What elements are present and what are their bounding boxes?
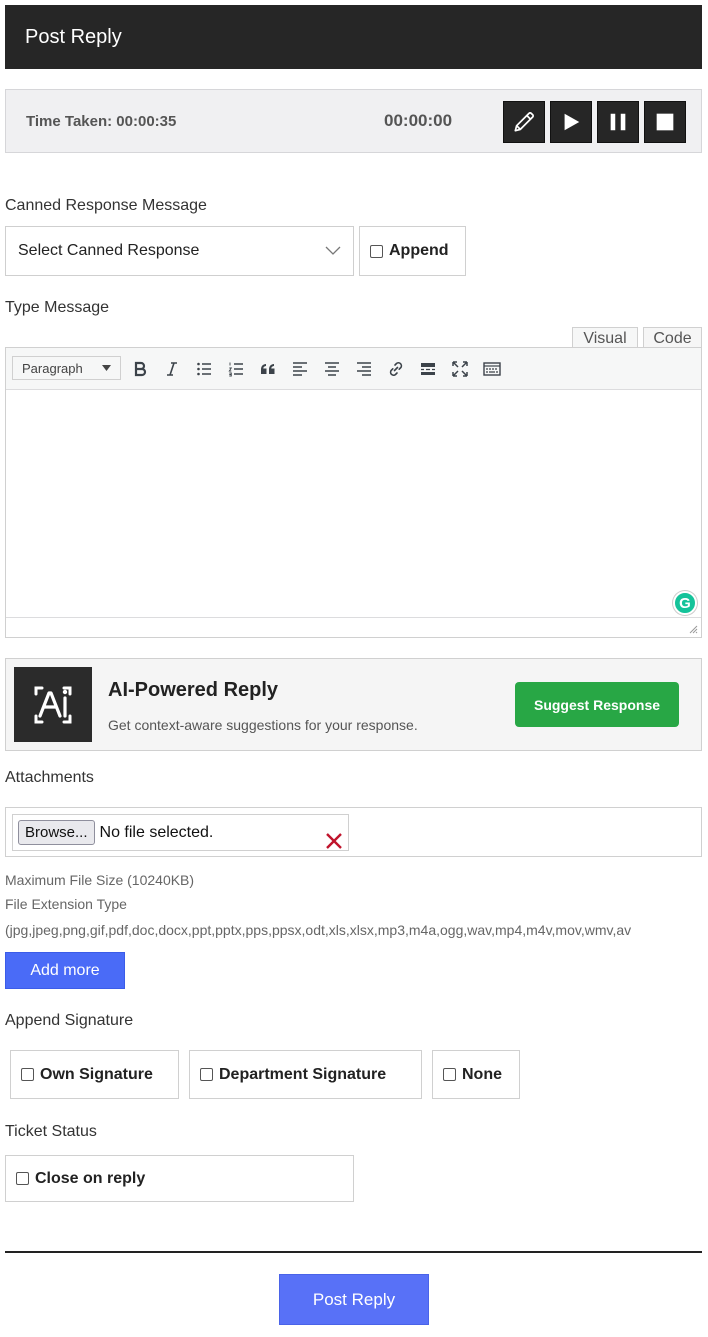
close-on-reply-option[interactable]: Close on reply	[5, 1155, 354, 1202]
close-on-reply-label: Close on reply	[35, 1169, 146, 1187]
suggest-response-button[interactable]: Suggest Response	[515, 682, 679, 727]
department-signature-checkbox[interactable]	[200, 1068, 213, 1081]
pencil-icon	[514, 112, 534, 132]
add-more-button[interactable]: Add more	[5, 952, 125, 989]
max-file-size: Maximum File Size (10240KB)	[5, 872, 195, 888]
format-select[interactable]: Paragraph	[12, 356, 121, 380]
department-signature-label: Department Signature	[219, 1065, 387, 1083]
editor-toolbar: Paragraph	[6, 348, 701, 390]
attachment-row: Browse... No file selected.	[5, 807, 702, 857]
department-signature-option[interactable]: Department Signature	[189, 1050, 422, 1099]
stop-timer-button[interactable]	[644, 101, 686, 143]
chevron-down-icon	[325, 246, 341, 255]
edit-timer-button[interactable]	[503, 101, 545, 143]
append-signature-label: Append Signature	[5, 1012, 134, 1029]
align-center-button[interactable]	[321, 358, 343, 380]
canned-response-label: Canned Response Message	[5, 197, 207, 214]
align-left-button[interactable]	[289, 358, 311, 380]
footer-divider	[5, 1251, 702, 1253]
ai-icon	[34, 686, 72, 723]
time-taken: Time Taken: 00:00:35	[26, 112, 177, 130]
stop-icon	[656, 113, 674, 131]
tab-code-label: Code	[653, 330, 692, 347]
file-extension-label: File Extension Type	[5, 896, 127, 912]
pause-timer-button[interactable]	[597, 101, 639, 143]
ticket-status-label: Ticket Status	[5, 1123, 97, 1140]
no-signature-label: None	[462, 1065, 502, 1083]
italic-icon	[167, 362, 177, 376]
ai-logo	[14, 667, 92, 742]
file-status: No file selected.	[99, 823, 214, 841]
italic-button[interactable]	[161, 358, 183, 380]
no-signature-checkbox[interactable]	[443, 1068, 456, 1081]
bullet-list-icon	[197, 362, 211, 376]
format-select-value: Paragraph	[22, 360, 83, 376]
browse-button[interactable]: Browse...	[18, 820, 95, 845]
grammarly-letter: G	[679, 594, 691, 612]
ai-description: Get context-aware suggestions for your r…	[108, 717, 418, 733]
tab-visual-label: Visual	[583, 330, 627, 347]
message-textarea[interactable]	[6, 391, 701, 618]
fullscreen-button[interactable]	[449, 358, 471, 380]
grammarly-icon[interactable]: G	[673, 591, 697, 615]
bold-button[interactable]	[129, 358, 151, 380]
canned-response-value: Select Canned Response	[18, 242, 200, 259]
toolbar-toggle-button[interactable]	[481, 358, 503, 380]
own-signature-option[interactable]: Own Signature	[10, 1050, 179, 1099]
align-center-icon	[325, 362, 339, 376]
numbered-list-icon	[228, 362, 243, 377]
blockquote-button[interactable]	[257, 358, 279, 380]
remove-attachment-icon[interactable]	[324, 831, 344, 851]
append-checkbox[interactable]	[370, 244, 383, 258]
align-right-button[interactable]	[353, 358, 375, 380]
file-input[interactable]: Browse... No file selected.	[12, 814, 349, 851]
numbered-list-button[interactable]	[225, 358, 247, 380]
read-more-icon	[421, 363, 435, 375]
message-editor: Paragraph G	[5, 347, 702, 638]
close-on-reply-checkbox[interactable]	[16, 1172, 29, 1185]
append-label: Append	[389, 242, 449, 259]
post-reply-button[interactable]: Post Reply	[279, 1274, 429, 1325]
pause-icon	[610, 113, 626, 131]
bold-icon	[134, 361, 147, 377]
align-left-icon	[293, 362, 307, 376]
canned-response-select[interactable]: Select Canned Response	[5, 226, 354, 276]
align-right-icon	[357, 362, 371, 376]
own-signature-label: Own Signature	[40, 1065, 153, 1083]
timer-bar: Time Taken: 00:00:35 00:00:00	[5, 89, 702, 153]
ai-title: AI-Powered Reply	[108, 679, 279, 701]
resize-handle-icon[interactable]	[689, 625, 698, 634]
read-more-button[interactable]	[417, 358, 439, 380]
timer-clock: 00:00:00	[384, 111, 453, 130]
page-header: Post Reply	[5, 5, 702, 69]
caret-down-icon	[102, 365, 111, 371]
append-checkbox-box[interactable]: Append	[359, 226, 466, 276]
own-signature-checkbox[interactable]	[21, 1068, 34, 1081]
link-button[interactable]	[385, 358, 407, 380]
toolbar-toggle-icon	[483, 362, 501, 376]
bullet-list-button[interactable]	[193, 358, 215, 380]
fullscreen-icon	[452, 361, 468, 377]
no-signature-option[interactable]: None	[432, 1050, 520, 1099]
link-icon	[389, 362, 403, 376]
file-extension-list: (jpg,jpeg,png,gif,pdf,doc,docx,ppt,pptx,…	[5, 922, 632, 938]
page-title: Post Reply	[25, 25, 122, 48]
play-timer-button[interactable]	[550, 101, 592, 143]
blockquote-icon	[261, 364, 275, 374]
attachments-label: Attachments	[5, 769, 94, 786]
type-message-label: Type Message	[5, 299, 110, 316]
play-icon	[564, 113, 580, 131]
ai-reply-panel: AI-Powered Reply Get context-aware sugge…	[5, 658, 702, 751]
